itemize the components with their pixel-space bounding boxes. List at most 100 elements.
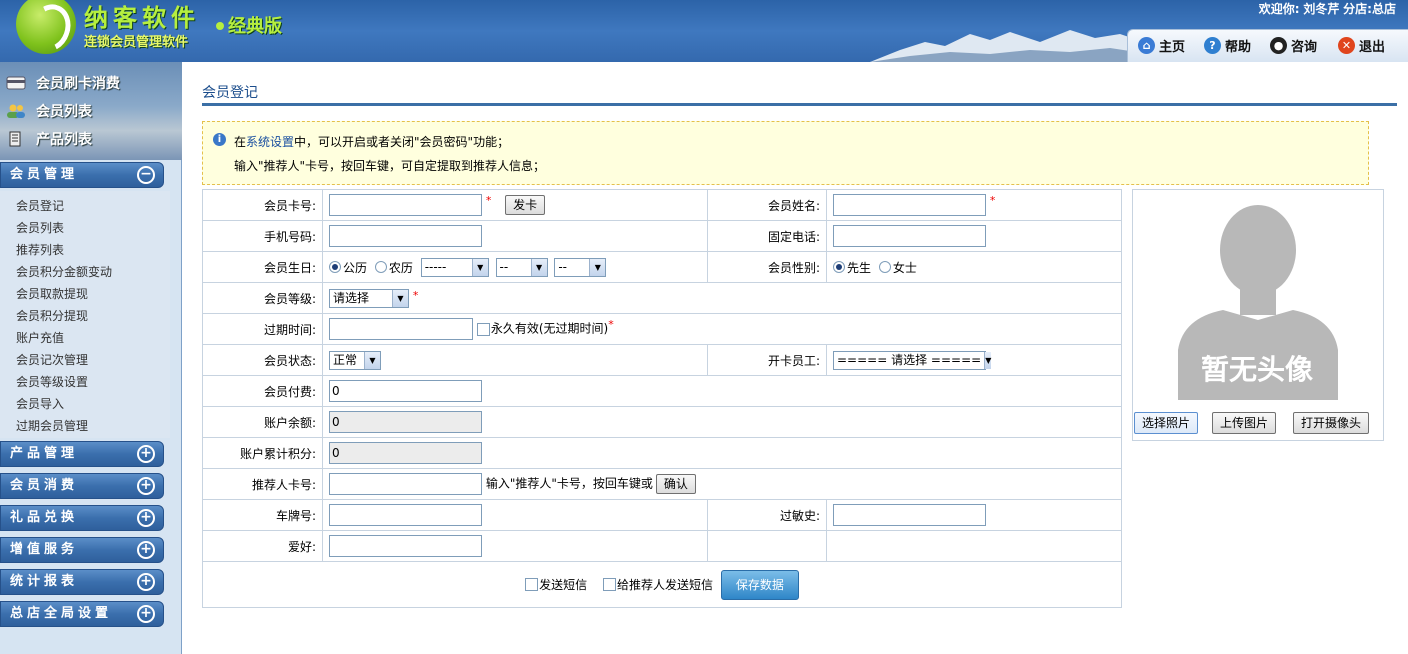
upload-photo-button[interactable]: 上传图片 [1212,412,1277,434]
gender-female-radio[interactable] [878,261,891,273]
nav-help[interactable]: ? 帮助 [1204,36,1251,55]
submenu-withdraw-points[interactable]: 会员积分提现 [16,307,88,324]
phone-input[interactable] [833,225,986,247]
submenu-recharge[interactable]: 账户充值 [16,329,64,346]
mobile-input[interactable] [329,225,482,247]
top-nav: ⌂ 主页 ? 帮助 ● 咨询 ✕ 退出 [1127,29,1408,62]
quick-member-list[interactable]: 会员列表 [6,101,92,121]
plate-input[interactable] [329,504,482,526]
calendar-lunar-radio[interactable] [374,261,387,273]
chevron-down-icon: ▼ [392,289,408,307]
birth-year-select[interactable]: ----- ▼ [420,257,489,277]
home-icon: ⌂ [1138,37,1155,54]
issue-card-button[interactable]: 发卡 [505,195,546,215]
gender-female-label: 女士 [892,260,917,275]
notice-box: i 在系统设置中，可以开启或者关闭"会员密码"功能； 输入"推荐人"卡号，按回车… [202,121,1369,185]
submenu-member-list[interactable]: 会员列表 [16,219,64,236]
submenu-withdraw-cash[interactable]: 会员取款提现 [16,285,88,302]
calendar-lunar-label: 农历 [388,260,413,275]
chevron-down-icon: ▼ [984,351,992,369]
expire-label: 过期时间: [202,313,323,345]
submenu-member-import[interactable]: 会员导入 [16,395,64,412]
staff-label: 开卡员工: [707,344,827,376]
expand-icon[interactable]: + [137,605,155,623]
submenu-count-management[interactable]: 会员记次管理 [16,351,88,368]
permanent-checkbox[interactable] [476,322,490,336]
logo-icon [16,0,76,54]
send-sms-label: 发送短信 [539,578,588,592]
birth-month-select[interactable]: -- ▼ [495,257,548,277]
send-sms-referrer-checkbox[interactable] [603,578,616,591]
fee-input[interactable]: 0 [329,380,482,402]
permanent-label: 永久有效(无过期时间) [490,321,609,336]
submenu-expired-members[interactable]: 过期会员管理 [16,417,88,434]
card-no-input[interactable] [329,194,482,216]
nav-logout[interactable]: ✕ 退出 [1338,36,1385,55]
quick-product-list[interactable]: 产品列表 [6,129,92,149]
name-label: 会员姓名: [707,189,827,221]
birthday-label: 会员生日: [202,251,323,283]
level-label: 会员等级: [202,282,323,314]
brand-title: 纳客软件 [84,4,200,32]
collapse-icon[interactable]: − [137,166,155,184]
section-gift-exchange[interactable]: 礼品兑换 + [0,505,164,531]
chevron-down-icon: ▼ [589,258,606,276]
points-label: 账户累计积分: [202,437,323,469]
main-content: 会员登记 i 在系统设置中，可以开启或者关闭"会员密码"功能； 输入"推荐人"卡… [183,62,1408,654]
save-button[interactable]: 保存数据 [720,569,799,600]
no-avatar-text: 暂无头像 [1201,353,1314,386]
submenu-member-register[interactable]: 会员登记 [16,197,64,214]
section-value-added[interactable]: 增值服务 + [0,537,164,563]
users-icon [7,104,25,118]
section-member-consume[interactable]: 会员消费 + [0,473,164,499]
level-select[interactable]: 请选择 ▼ [329,288,409,308]
gender-label: 会员性别: [707,251,827,283]
section-product-management[interactable]: 产品管理 + [0,441,164,467]
referrer-card-input[interactable] [329,473,482,495]
required-mark: * [608,318,614,331]
nav-consult[interactable]: ● 咨询 [1270,36,1317,55]
required-mark: * [989,194,996,207]
chevron-down-icon: ▼ [471,258,488,276]
expire-date-input[interactable] [329,318,473,340]
section-statistics[interactable]: 统计报表 + [0,569,164,595]
staff-select[interactable]: ===== 请选择 ===== ▼ [833,350,992,370]
system-settings-link[interactable]: 系统设置 [246,135,294,149]
submenu-points-change[interactable]: 会员积分金额变动 [16,263,112,280]
submenu-referral-list[interactable]: 推荐列表 [16,241,64,258]
submenu-level-settings[interactable]: 会员等级设置 [16,373,88,390]
sidebar: 会员刷卡消费 会员列表 产品列表 会员管理 − 会员登记 会员列表 推荐列表 会员… [0,62,182,654]
allergy-input[interactable] [833,504,986,526]
card-icon [6,76,26,90]
required-mark: * [412,288,419,302]
expand-icon[interactable]: + [137,477,155,495]
quick-card-consume[interactable]: 会员刷卡消费 [6,73,120,93]
qq-icon: ● [1270,37,1287,54]
referrer-hint: 输入"推荐人"卡号，按回车键或 [485,476,653,491]
chevron-down-icon: ▼ [364,351,380,369]
logout-icon: ✕ [1338,37,1355,54]
section-global-settings[interactable]: 总店全局设置 + [0,601,164,627]
phone-label: 固定电话: [707,220,827,252]
gender-male-radio[interactable] [833,261,845,273]
brand-subtitle: 连锁会员管理软件 [84,35,189,50]
section-member-management[interactable]: 会员管理 − [0,162,164,188]
send-sms-checkbox[interactable] [525,578,539,591]
calendar-solar-label: 公历 [343,260,368,275]
expand-icon[interactable]: + [137,541,155,559]
open-camera-button[interactable]: 打开摄像头 [1293,412,1370,434]
select-photo-button[interactable]: 选择照片 [1134,412,1199,434]
name-input[interactable] [833,194,986,216]
hobby-input[interactable] [329,535,482,557]
allergy-label: 过敏史: [707,499,827,531]
info-icon: i [213,133,226,146]
balance-input: 0 [329,411,482,433]
expand-icon[interactable]: + [137,445,155,463]
nav-home[interactable]: ⌂ 主页 [1138,36,1185,55]
expand-icon[interactable]: + [137,573,155,591]
birth-day-select[interactable]: -- ▼ [554,257,607,277]
status-select[interactable]: 正常 ▼ [329,350,381,370]
calendar-solar-radio[interactable] [329,261,341,273]
expand-icon[interactable]: + [137,509,155,527]
confirm-referrer-button[interactable]: 确认 [655,474,696,494]
